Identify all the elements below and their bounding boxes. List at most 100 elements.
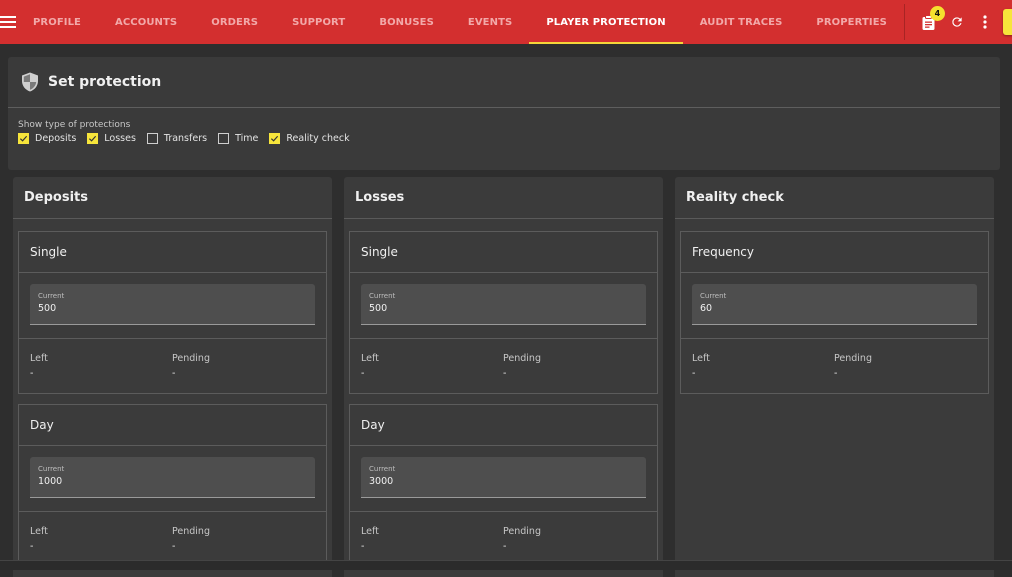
set-protection-header: Set protection [8,57,1000,108]
more-options-button[interactable] [971,8,999,36]
menu-button[interactable] [0,0,16,44]
limit-stats: Left - Pending - [19,512,326,566]
limit-stats: Left - Pending - [350,512,657,566]
tab-accounts[interactable]: ACCOUNTS [98,0,194,44]
main-content: Set protection Show type of protections … [0,44,1012,577]
stat-value: - [503,541,507,552]
refresh-button[interactable] [943,8,971,36]
limit-title: Day [19,405,326,446]
limit-input-section: Current 1000 [19,446,326,512]
filter-time-checkbox[interactable]: Time [218,133,258,144]
checkbox-checked-icon [269,133,281,144]
tab-player-protection[interactable]: PLAYER PROTECTION [529,0,684,44]
filters-label: Show type of protections [18,120,131,130]
column-header: Losses [344,177,663,219]
current-limit-field[interactable]: Current 500 [361,284,646,325]
left-stat: Left - [361,353,503,393]
limit-input-section: Current 500 [350,273,657,339]
column-title: Losses [355,190,405,205]
limit-stats: Left - Pending - [681,339,988,393]
stat-label: Pending [503,353,541,364]
limit-input-section: Current 60 [681,273,988,339]
limit-card-day: Day Current 1000 Left - Pending - [18,404,327,567]
losses-column: Losses Single Current 500 Left - Pending… [344,177,663,577]
stat-label: Pending [172,353,210,364]
deposits-column: Deposits Single Current 500 Left - Pendi… [13,177,332,577]
filter-deposits-checkbox[interactable]: Deposits [18,133,76,144]
checkbox-label: Time [235,133,259,144]
limit-input-section: Current 3000 [350,446,657,512]
stat-value: - [30,368,34,379]
filter-losses-checkbox[interactable]: Losses [87,133,136,144]
limit-input-section: Current 500 [19,273,326,339]
filter-transfers-checkbox[interactable]: Transfers [146,133,207,144]
filter-checkbox-row: Deposits Losses Transfers Time Reality c… [18,133,1000,144]
limit-card-single: Single Current 500 Left - Pending - [349,231,658,394]
field-label: Current [369,465,396,473]
stat-label: Left [361,526,379,537]
save-button[interactable]: Save [1002,9,1012,35]
tab-properties[interactable]: PROPERTIES [799,0,904,44]
pending-stat: Pending - [834,353,976,393]
limit-title: Frequency [681,232,988,273]
stat-label: Left [361,353,379,364]
limit-title: Single [19,232,326,273]
top-navigation-bar: PROFILE ACCOUNTS ORDERS SUPPORT BONUSES … [0,0,1012,44]
bottom-edge-bar [0,560,1012,570]
left-stat: Left - [30,353,172,393]
current-frequency-field[interactable]: Current 60 [692,284,977,325]
checkbox-unchecked-icon [146,133,158,144]
tab-profile[interactable]: PROFILE [16,0,98,44]
notes-button[interactable]: 4 [915,6,945,36]
stat-value: - [834,368,838,379]
stat-value: - [30,541,34,552]
reality-check-column: Reality check Frequency Current 60 Left … [675,177,994,577]
current-limit-field[interactable]: Current 3000 [361,457,646,498]
stat-label: Left [30,526,48,537]
refresh-icon [952,17,962,27]
field-value: 60 [700,303,713,314]
pending-stat: Pending - [503,353,645,393]
page-title: Set protection [48,74,162,90]
field-label: Current [700,292,727,300]
tab-bonuses[interactable]: BONUSES [362,0,451,44]
stat-label: Pending [172,526,210,537]
column-title: Deposits [24,190,88,205]
stat-label: Pending [503,526,541,537]
toolbar-actions: 4 Save [903,0,1012,44]
limit-stats: Left - Pending - [19,339,326,393]
limit-title: Single [350,232,657,273]
field-label: Current [38,292,65,300]
tab-events[interactable]: EVENTS [451,0,529,44]
checkbox-label: Deposits [35,133,77,144]
more-vertical-icon [983,15,987,29]
limit-title: Day [350,405,657,446]
current-limit-field[interactable]: Current 500 [30,284,315,325]
checkbox-unchecked-icon [218,133,230,144]
set-protection-card: Set protection Show type of protections … [8,57,1000,170]
limit-card-day: Day Current 3000 Left - Pending - [349,404,658,567]
column-header: Deposits [13,177,332,219]
tab-audit-traces[interactable]: AUDIT TRACES [683,0,800,44]
stat-value: - [361,541,365,552]
hamburger-menu-icon [0,16,16,28]
field-value: 1000 [38,476,63,487]
stat-value: - [361,368,365,379]
current-limit-field[interactable]: Current 1000 [30,457,315,498]
column-header: Reality check [675,177,994,219]
stat-label: Left [30,353,48,364]
field-value: 3000 [369,476,394,487]
field-label: Current [369,292,396,300]
tab-support[interactable]: SUPPORT [275,0,362,44]
toolbar-divider [903,4,905,40]
stat-label: Left [692,353,710,364]
protection-type-filters: Show type of protections Deposits Losses… [8,108,1000,144]
field-value: 500 [38,303,57,314]
tab-orders[interactable]: ORDERS [194,0,275,44]
filter-reality-check-checkbox[interactable]: Reality check [269,133,350,144]
checkbox-checked-icon [87,133,99,144]
stat-value: - [692,368,696,379]
checkbox-label: Reality check [286,133,350,144]
checkbox-label: Losses [104,133,136,144]
checkbox-checked-icon [18,133,29,144]
